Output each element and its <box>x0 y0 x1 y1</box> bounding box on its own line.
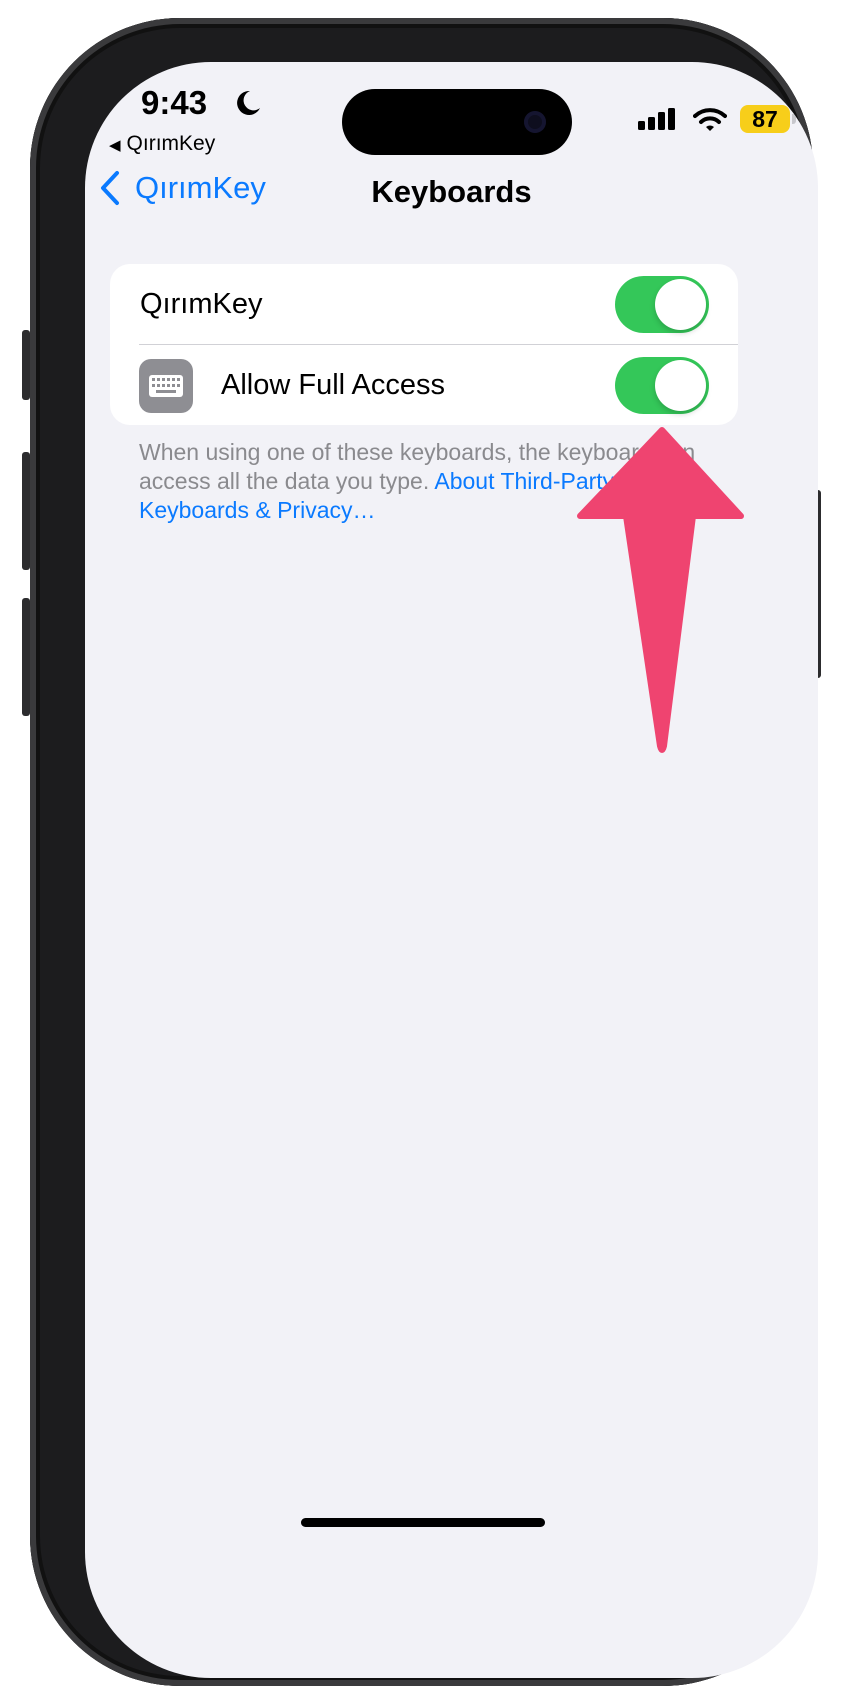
keyboard-enable-row: QırımKey <box>110 264 738 345</box>
return-to-app-link[interactable]: ◀ QırımKey <box>109 132 215 156</box>
dynamic-island <box>342 89 572 155</box>
full-access-label: Allow Full Access <box>221 369 446 401</box>
keyboard-enable-toggle[interactable] <box>615 276 709 333</box>
return-app-label: QırımKey <box>126 132 216 155</box>
battery-nub <box>792 114 796 124</box>
toggle-knob <box>655 360 706 411</box>
full-access-row: Allow Full Access <box>110 345 738 425</box>
wifi-icon <box>693 108 727 131</box>
camera-icon <box>524 111 546 133</box>
phone-frame: 9:43 ◀ QırımKey 87 QırımKey Keyboards Qı… <box>22 18 821 1686</box>
status-time: 9:43 <box>141 84 208 121</box>
volume-down-button <box>22 598 30 716</box>
keyboard-settings-group: QırımKey Allow Full Access <box>110 264 738 425</box>
back-triangle-icon: ◀ <box>109 137 121 154</box>
volume-up-button <box>22 452 30 570</box>
keyboard-icon <box>139 359 193 413</box>
battery-icon: 87 <box>740 105 796 133</box>
full-access-toggle[interactable] <box>615 357 709 414</box>
page-title: Keyboards <box>371 174 532 209</box>
keyboard-enable-label: QırımKey <box>140 288 263 320</box>
screen: 9:43 ◀ QırımKey 87 QırımKey Keyboards Qı… <box>85 62 818 1678</box>
home-indicator[interactable] <box>301 1518 545 1527</box>
moon-icon <box>237 90 260 115</box>
action-button <box>22 330 30 400</box>
cellular-signal-icon <box>638 108 675 130</box>
annotation-arrow-icon <box>577 427 744 753</box>
battery-percent: 87 <box>752 106 778 132</box>
toggle-knob <box>655 279 706 330</box>
